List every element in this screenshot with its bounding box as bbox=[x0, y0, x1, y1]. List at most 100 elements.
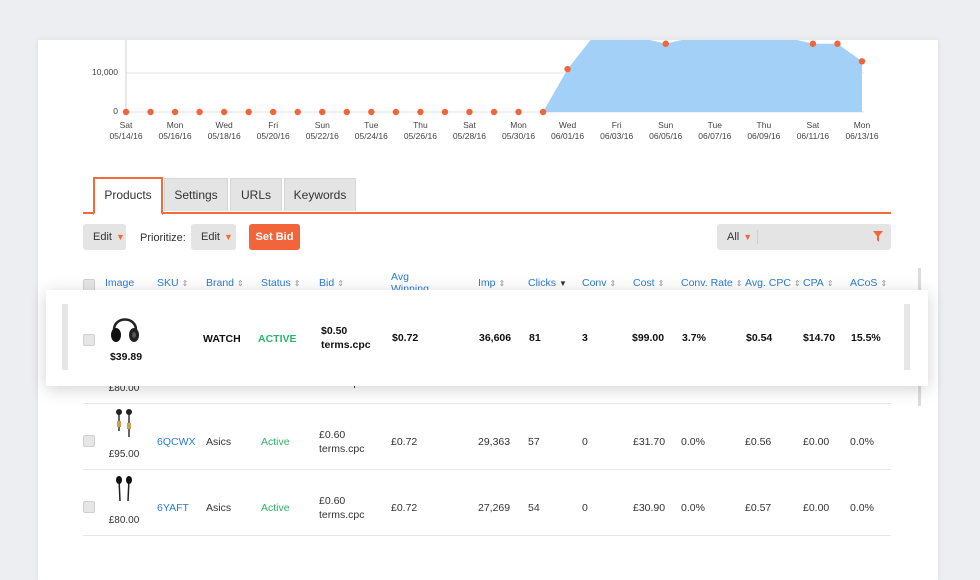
sort-icon[interactable]: ⇕ bbox=[880, 279, 887, 288]
data-point[interactable] bbox=[858, 58, 866, 65]
data-point[interactable] bbox=[441, 108, 449, 116]
data-point[interactable] bbox=[270, 108, 277, 116]
column-header-label: Cost bbox=[633, 277, 655, 289]
data-point[interactable] bbox=[515, 108, 522, 116]
data-point[interactable] bbox=[343, 108, 350, 116]
data-point[interactable] bbox=[147, 108, 154, 116]
column-header-bid[interactable]: Bid ⇕ bbox=[319, 277, 344, 290]
brand-cell: WATCH bbox=[203, 333, 241, 345]
bid-value[interactable]: £0.60 bbox=[319, 429, 345, 442]
avg-cpc-cell: $0.54 bbox=[746, 332, 773, 344]
tab-keywords[interactable]: Keywords bbox=[284, 178, 356, 211]
column-header-label: Avg. CPC bbox=[745, 277, 791, 289]
product-price: $39.89 bbox=[109, 351, 143, 363]
column-header-image[interactable]: Image bbox=[105, 277, 134, 289]
column-header-conv[interactable]: Conv ⇕ bbox=[582, 277, 616, 290]
conv-rate-cell: 0.0% bbox=[681, 502, 705, 514]
column-header-cost[interactable]: Cost ⇕ bbox=[633, 277, 664, 290]
cpa-cell: £0.00 bbox=[803, 502, 830, 514]
column-header-imp[interactable]: Imp ⇕ bbox=[478, 277, 505, 290]
row-handle-left bbox=[62, 304, 68, 370]
column-header-label: Bid bbox=[319, 277, 335, 289]
avg-cpc-cell: £0.56 bbox=[745, 436, 772, 448]
bid-value[interactable]: £0.60 bbox=[319, 495, 345, 508]
tab-urls[interactable]: URLs bbox=[230, 178, 282, 211]
data-point[interactable] bbox=[245, 108, 252, 116]
sort-icon[interactable]: ⇕ bbox=[337, 279, 344, 288]
column-header-cpa[interactable]: CPA ⇕ bbox=[803, 277, 834, 290]
y-tick-label: 0 bbox=[113, 106, 118, 116]
column-header-label: Status bbox=[261, 277, 291, 289]
bid-source: terms.cpc bbox=[319, 509, 365, 521]
column-header-clicks[interactable]: Clicks ▼ bbox=[528, 277, 567, 290]
filter-bar[interactable]: All ▼ bbox=[717, 224, 891, 250]
data-point[interactable] bbox=[294, 108, 301, 116]
clicks-cell: 57 bbox=[528, 436, 540, 448]
y-tick-label: 10,000 bbox=[92, 67, 118, 77]
bid-value[interactable]: $0.50 bbox=[321, 325, 347, 338]
data-point[interactable] bbox=[809, 40, 817, 47]
clicks-cell: 81 bbox=[529, 332, 541, 344]
conv-rate-cell: 3.7% bbox=[682, 332, 706, 344]
tab-settings[interactable]: Settings bbox=[164, 178, 228, 211]
data-point[interactable] bbox=[171, 108, 179, 116]
conv-rate-cell: 0.0% bbox=[681, 436, 705, 448]
data-point[interactable] bbox=[564, 65, 571, 73]
data-point[interactable] bbox=[539, 108, 547, 116]
column-header-label: Clicks bbox=[528, 277, 556, 289]
sku-link[interactable]: 6YAFT bbox=[157, 502, 189, 515]
sort-icon[interactable]: ⇕ bbox=[736, 279, 743, 288]
highlighted-product-row[interactable]: $39.89 WATCH ACTIVE $0.50 terms.cpc $0.7… bbox=[46, 290, 928, 386]
sort-icon[interactable]: ⇕ bbox=[182, 279, 189, 288]
cost-cell: $99.00 bbox=[632, 332, 665, 344]
filter-funnel-icon[interactable] bbox=[873, 231, 883, 243]
row-checkbox[interactable] bbox=[83, 334, 95, 346]
sort-icon[interactable]: ⇕ bbox=[294, 279, 301, 288]
data-point[interactable] bbox=[662, 40, 669, 47]
imp-cell: 27,269 bbox=[478, 502, 511, 514]
data-point[interactable] bbox=[834, 40, 841, 47]
column-header-acos[interactable]: ACoS ⇕ bbox=[850, 277, 887, 290]
sort-icon[interactable]: ⇕ bbox=[237, 279, 244, 288]
data-point[interactable] bbox=[417, 108, 424, 116]
filter-value: All bbox=[727, 231, 740, 243]
sort-icon[interactable]: ⇕ bbox=[658, 279, 665, 288]
x-tick-day: Mon bbox=[853, 120, 871, 130]
acos-cell: 0.0% bbox=[850, 502, 874, 514]
cpa-cell: £0.00 bbox=[803, 436, 830, 448]
acos-cell: 15.5% bbox=[851, 332, 881, 344]
sort-icon[interactable]: ⇕ bbox=[794, 279, 801, 288]
tab-products[interactable]: Products bbox=[93, 177, 163, 215]
column-header-status[interactable]: Status ⇕ bbox=[261, 277, 300, 290]
data-point[interactable] bbox=[490, 108, 498, 116]
cost-cell: £30.90 bbox=[633, 502, 666, 514]
data-point[interactable] bbox=[466, 108, 473, 116]
column-header-label: SKU bbox=[157, 277, 179, 289]
sort-icon[interactable]: ▼ bbox=[559, 279, 567, 288]
headphones-icon bbox=[111, 318, 139, 342]
x-tick-date: 06/13/16 bbox=[845, 131, 879, 141]
row-checkbox[interactable] bbox=[83, 501, 95, 513]
edit-dropdown[interactable]: Edit ▼ bbox=[83, 224, 126, 250]
sort-icon[interactable]: ⇕ bbox=[610, 279, 617, 288]
data-point[interactable] bbox=[392, 108, 400, 116]
column-header-sku[interactable]: SKU ⇕ bbox=[157, 277, 188, 290]
bid-source: terms.cpc bbox=[319, 443, 365, 455]
column-header-brand[interactable]: Brand ⇕ bbox=[206, 277, 244, 290]
data-point[interactable] bbox=[196, 108, 203, 116]
sort-icon[interactable]: ⇕ bbox=[827, 279, 834, 288]
caret-down-icon: ▼ bbox=[223, 232, 233, 242]
sku-link[interactable]: 6QCWX bbox=[157, 436, 196, 449]
set-bid-button[interactable]: Set Bid bbox=[249, 224, 300, 250]
data-point[interactable] bbox=[368, 108, 375, 116]
row-checkbox[interactable] bbox=[83, 435, 95, 447]
data-point[interactable] bbox=[319, 108, 326, 116]
data-point[interactable] bbox=[122, 108, 130, 116]
prioritize-edit-dropdown[interactable]: Edit ▼ bbox=[191, 224, 236, 250]
sort-icon[interactable]: ⇕ bbox=[499, 279, 506, 288]
column-header-avg-cpc[interactable]: Avg. CPC ⇕ bbox=[745, 277, 801, 290]
filter-select[interactable]: All ▼ bbox=[727, 224, 752, 250]
brand-cell: Asics bbox=[206, 436, 232, 448]
column-header-conv-rate[interactable]: Conv. Rate ⇕ bbox=[681, 277, 742, 290]
data-point[interactable] bbox=[220, 108, 228, 116]
